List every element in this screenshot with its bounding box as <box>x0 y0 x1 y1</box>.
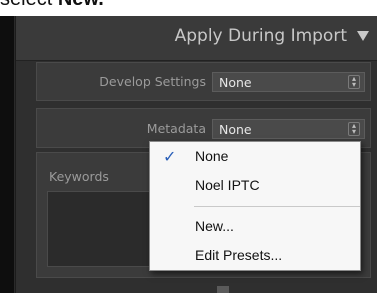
menu-item-none[interactable]: None <box>195 148 228 164</box>
menu-separator <box>194 206 360 207</box>
metadata-preset-menu: ✓ None Noel IPTC New... Edit Presets... <box>149 141 361 271</box>
panel-title: Apply During Import <box>174 26 347 46</box>
checkmark-icon: ✓ <box>163 147 177 166</box>
menu-item-new[interactable]: New... <box>195 218 234 234</box>
instruction-caption: select New. <box>0 0 377 14</box>
collapse-triangle-icon[interactable] <box>357 31 369 41</box>
menu-item-noel-iptc[interactable]: Noel IPTC <box>195 177 260 193</box>
metadata-select[interactable]: None ▴ ▾ <box>212 119 365 139</box>
menu-item-edit-presets[interactable]: Edit Presets... <box>195 247 282 263</box>
scrollbar-thumb[interactable] <box>217 286 229 293</box>
develop-settings-row: Develop Settings None ▴ ▾ <box>36 62 371 101</box>
caption-emphasis: New. <box>58 0 104 10</box>
caption-prefix: select <box>0 0 58 10</box>
develop-settings-label: Develop Settings <box>99 74 206 89</box>
metadata-label: Metadata <box>146 121 206 136</box>
select-stepper-icon: ▴ ▾ <box>348 122 360 136</box>
keywords-label: Keywords <box>49 169 109 184</box>
panel-header[interactable]: Apply During Import <box>16 16 377 61</box>
develop-settings-value: None <box>219 75 252 90</box>
metadata-value: None <box>219 122 252 137</box>
develop-settings-select[interactable]: None ▴ ▾ <box>212 72 365 92</box>
select-stepper-icon: ▴ ▾ <box>348 75 360 89</box>
left-panel-edge <box>0 16 15 293</box>
